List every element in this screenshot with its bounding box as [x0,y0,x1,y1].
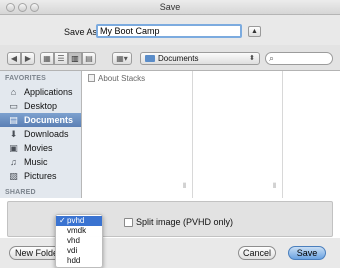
coverflow-view-button[interactable]: ▤ [82,52,96,65]
title-bar: Save [0,0,340,15]
split-image-checkbox[interactable] [124,218,133,227]
list-item-label: About Stacks [98,74,146,83]
format-option-hdd[interactable]: hdd [56,256,102,266]
sidebar-item-applications[interactable]: ⌂ Applications [0,85,81,99]
search-icon: ⌕ [269,53,275,63]
location-label: Documents [158,54,199,63]
arrange-button[interactable]: ▦▾ [112,52,132,65]
pictures-icon: ▨ [9,171,18,181]
column-browser[interactable]: About Stacks ⦀ ⦀ [82,71,340,198]
shared-header: SHARED [5,189,36,196]
format-option-vmdk[interactable]: vmdk [56,226,102,236]
folder-icon [145,55,155,62]
checkmark-icon: ✓ [59,216,66,225]
button-bar: New Folder Cancel Save [0,238,340,268]
format-menu: ✓ pvhd vmdk vhd vdi hdd [55,214,103,268]
sidebar: FAVORITES ⌂ Applications ▭ Desktop ▤ Doc… [0,71,82,198]
format-option-pvhd[interactable]: ✓ pvhd [56,216,102,226]
sidebar-item-downloads[interactable]: ⬇ Downloads [0,127,81,141]
sidebar-item-label: Music [24,157,48,167]
format-option-vdi[interactable]: vdi [56,246,102,256]
popup-arrows-icon: ⬍ [249,55,255,62]
list-view-button[interactable]: ☰ [54,52,68,65]
window-title: Save [159,2,181,12]
split-image-label: Split image (PVHD only) [136,217,234,227]
sidebar-item-label: Downloads [24,129,69,139]
column-resize-icon[interactable]: ⦀ [183,183,190,195]
format-option-vhd[interactable]: vhd [56,236,102,246]
toolbar: ◀ ▶ ▦ ☰ ▥ ▤ ▦▾ Documents ⬍ ⌕ [0,45,340,71]
sidebar-item-label: Pictures [24,171,57,181]
sidebar-item-label: Applications [24,87,73,97]
expand-dialog-button[interactable]: ▲ [248,26,261,37]
movies-icon: ▣ [9,143,18,153]
applications-icon: ⌂ [10,87,17,97]
sidebar-item-label: Desktop [24,101,58,111]
document-icon [88,74,95,82]
column-resize-icon[interactable]: ⦀ [273,183,280,195]
back-button[interactable]: ◀ [7,52,21,65]
music-icon: ♫ [10,157,17,167]
icon-view-button[interactable]: ▦ [40,52,54,65]
search-field[interactable]: ⌕ [265,52,333,65]
favorites-header: FAVORITES [5,75,46,82]
format-option-label: pvhd [67,216,85,225]
downloads-icon: ⬇ [9,129,18,139]
desktop-icon: ▭ [9,101,18,111]
location-popup[interactable]: Documents ⬍ [140,52,260,65]
sidebar-item-documents[interactable]: ▤ Documents [0,113,81,127]
list-item[interactable]: About Stacks [88,74,145,83]
forward-button[interactable]: ▶ [21,52,35,65]
sidebar-item-music[interactable]: ♫ Music [0,155,81,169]
column-divider[interactable] [192,71,193,198]
sidebar-item-desktop[interactable]: ▭ Desktop [0,99,81,113]
save-button[interactable]: Save [288,246,326,260]
sidebar-item-movies[interactable]: ▣ Movies [0,141,81,155]
cancel-button[interactable]: Cancel [238,246,276,260]
documents-icon: ▤ [9,115,18,125]
file-name-field[interactable] [96,24,242,38]
column-divider[interactable] [282,71,283,198]
save-as-label: Save As: [64,27,100,37]
sidebar-item-label: Documents [24,115,74,125]
column-view-button[interactable]: ▥ [68,52,82,65]
sidebar-item-label: Movies [24,143,53,153]
save-as-row: Save As: ▲ [0,15,340,45]
sidebar-item-pictures[interactable]: ▨ Pictures [0,169,81,183]
